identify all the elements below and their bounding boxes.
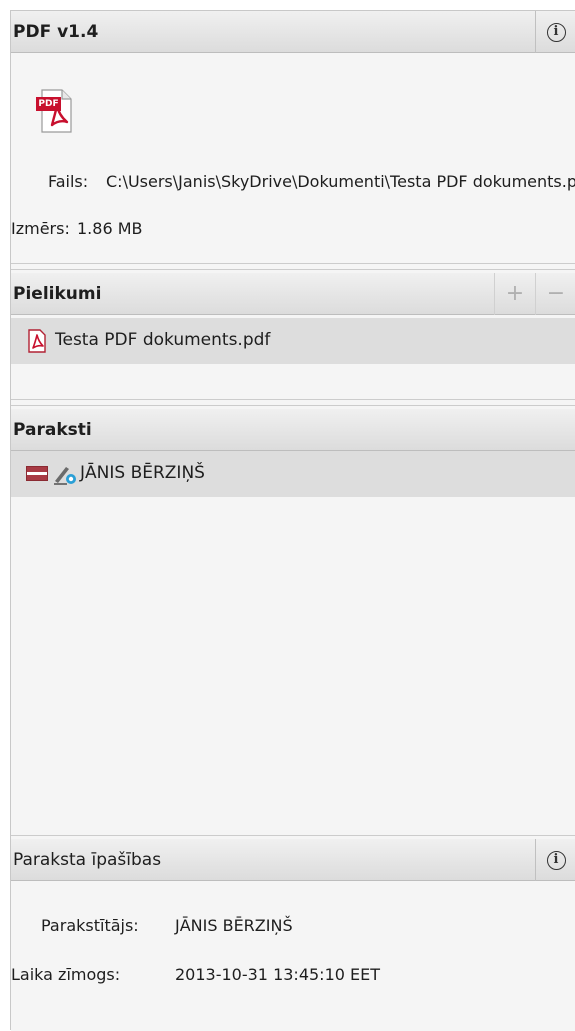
file-label: Fails: <box>48 172 89 191</box>
pdf-file-icon <box>27 329 47 353</box>
panel-divider <box>11 269 575 270</box>
file-path-value: C:\Users\Janis\SkyDrive\Dokumenti\Testa … <box>106 172 575 191</box>
attachment-name: Testa PDF dokuments.pdf <box>55 330 271 350</box>
attachment-list-item[interactable]: Testa PDF dokuments.pdf <box>11 318 575 364</box>
file-panel-header: PDF v1.4 i <box>11 11 575 53</box>
file-info-button[interactable]: i <box>535 11 575 53</box>
signatures-panel: Paraksti JĀNIS BĒRZIŅŠ <box>11 409 575 831</box>
size-value: 1.86 MB <box>77 219 143 238</box>
file-path-viewport: C:\Users\Janis\SkyDrive\Dokumenti\Testa … <box>106 169 575 195</box>
size-label: Izmērs: <box>11 219 70 238</box>
add-attachment-button[interactable]: + <box>494 273 535 315</box>
signature-info-button[interactable]: i <box>535 839 575 881</box>
pdf-badge: PDF <box>36 97 61 111</box>
panel-divider <box>11 263 575 264</box>
latvian-flag-icon <box>26 466 48 481</box>
signatures-panel-title: Paraksti <box>13 420 92 440</box>
signer-value: JĀNIS BĒRZIŅŠ <box>175 916 293 935</box>
file-panel-title: PDF v1.4 <box>13 22 99 42</box>
attachments-panel-header: Pielikumi + − <box>11 273 575 315</box>
signer-label: Parakstītājs: <box>41 916 139 935</box>
info-icon: i <box>546 850 566 870</box>
signature-properties-panel: Paraksta īpašības i Parakstītājs: JĀNIS … <box>11 839 575 1031</box>
signatures-panel-header: Paraksti <box>11 409 575 451</box>
panel-divider <box>11 399 575 400</box>
file-panel: PDF v1.4 i PDF Fails: C:\Users\Janis\Sky… <box>11 11 575 259</box>
signature-pen-icon <box>53 463 77 485</box>
signature-list-item[interactable]: JĀNIS BĒRZIŅŠ <box>11 451 575 497</box>
signer-name: JĀNIS BĒRZIŅŠ <box>80 463 205 483</box>
pdf-file-icon: PDF <box>36 89 72 133</box>
info-icon: i <box>546 22 566 42</box>
attachments-panel: Pielikumi + − Testa PDF dokuments.pdf <box>11 273 575 401</box>
document-info-sidebar: PDF v1.4 i PDF Fails: C:\Users\Janis\Sky… <box>10 10 575 1031</box>
panel-divider <box>11 835 575 836</box>
panel-divider <box>11 405 575 406</box>
timestamp-value: 2013-10-31 13:45:10 EET <box>175 965 381 984</box>
signature-properties-header: Paraksta īpašības i <box>11 839 575 881</box>
timestamp-label: Laika zīmogs: <box>11 965 121 984</box>
remove-attachment-button[interactable]: − <box>535 273 575 315</box>
signature-properties-title: Paraksta īpašības <box>13 850 162 870</box>
attachments-panel-title: Pielikumi <box>13 284 102 304</box>
